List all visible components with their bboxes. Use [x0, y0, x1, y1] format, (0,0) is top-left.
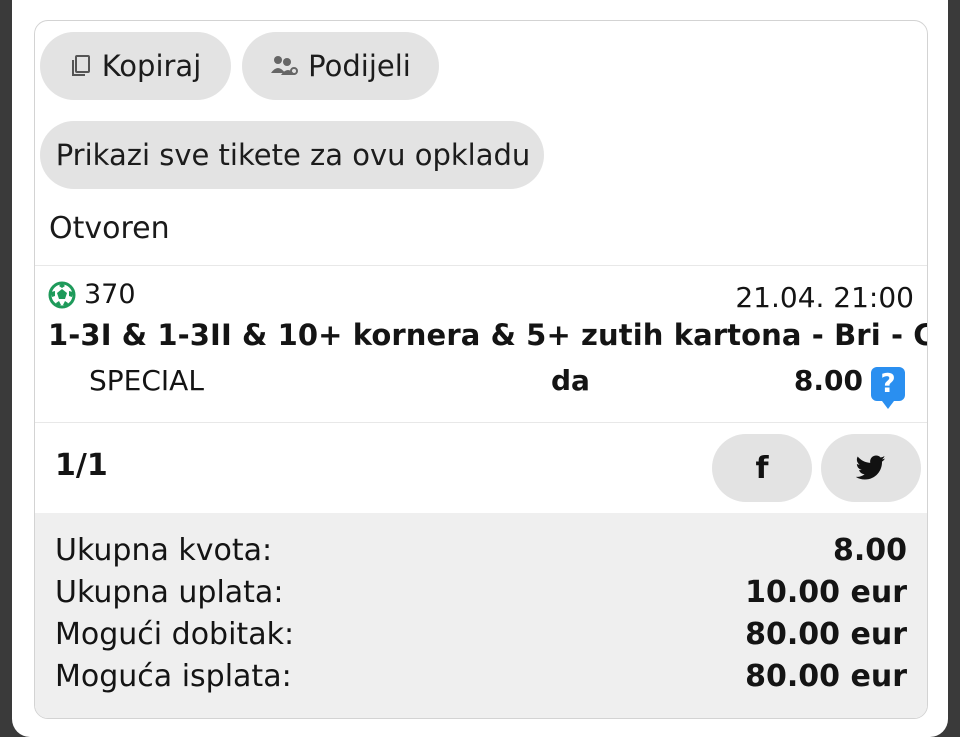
event-title: 1-3I & 1-3II & 10+ kornera & 5+ zutih ka… [48, 318, 928, 352]
slip-count: 1/1 [55, 448, 108, 483]
facebook-share-button[interactable]: f [712, 434, 812, 502]
summary-value: 10.00 eur [745, 575, 907, 610]
copy-button[interactable]: Kopiraj [40, 32, 231, 100]
facebook-icon: f [755, 450, 769, 486]
ticket-sheet: Kopiraj Podijeli Prikazi sve tikete za o… [12, 0, 948, 737]
event-odd: 8.00 [793, 364, 863, 397]
ticket-status: Otvoren [49, 211, 170, 246]
share-button[interactable]: Podijeli [242, 32, 439, 100]
summary-row-possible-win: Mogući dobitak: 80.00 eur [55, 617, 907, 657]
event-id: 370 [84, 279, 136, 310]
copy-label: Kopiraj [101, 49, 202, 83]
event-market: SPECIAL [89, 364, 204, 397]
twitter-icon [856, 455, 886, 480]
share-users-icon [271, 56, 299, 75]
show-all-tickets-button[interactable]: Prikazi sve tikete za ovu opkladu [40, 121, 544, 189]
summary-row-possible-payout: Moguća isplata: 80.00 eur [55, 659, 907, 699]
soccer-ball-icon [48, 281, 76, 308]
show-all-tickets-label: Prikazi sve tikete za ovu opkladu [55, 138, 531, 172]
summary-row-total-odds: Ukupna kvota: 8.00 [55, 533, 907, 573]
event-pick: da [551, 364, 590, 397]
divider [35, 265, 927, 266]
summary-value: 8.00 [832, 533, 907, 568]
summary-row-total-stake: Ukupna uplata: 10.00 eur [55, 575, 907, 615]
summary-label: Ukupna kvota: [55, 533, 273, 568]
ticket-card: Kopiraj Podijeli Prikazi sve tikete za o… [34, 20, 928, 719]
share-label: Podijeli [308, 49, 411, 83]
twitter-share-button[interactable] [821, 434, 921, 502]
copy-icon [71, 55, 90, 76]
summary-label: Moguća isplata: [55, 659, 292, 694]
event-id-group: 370 [48, 279, 136, 310]
summary-label: Ukupna uplata: [55, 575, 284, 610]
divider [35, 422, 927, 423]
summary-value: 80.00 eur [745, 617, 907, 652]
ticket-summary: Ukupna kvota: 8.00 Ukupna uplata: 10.00 … [35, 513, 927, 718]
event-datetime: 21.04. 21:00 [735, 281, 914, 314]
summary-label: Mogući dobitak: [55, 617, 295, 652]
summary-value: 80.00 eur [745, 659, 907, 694]
help-icon[interactable]: ? [871, 367, 905, 409]
